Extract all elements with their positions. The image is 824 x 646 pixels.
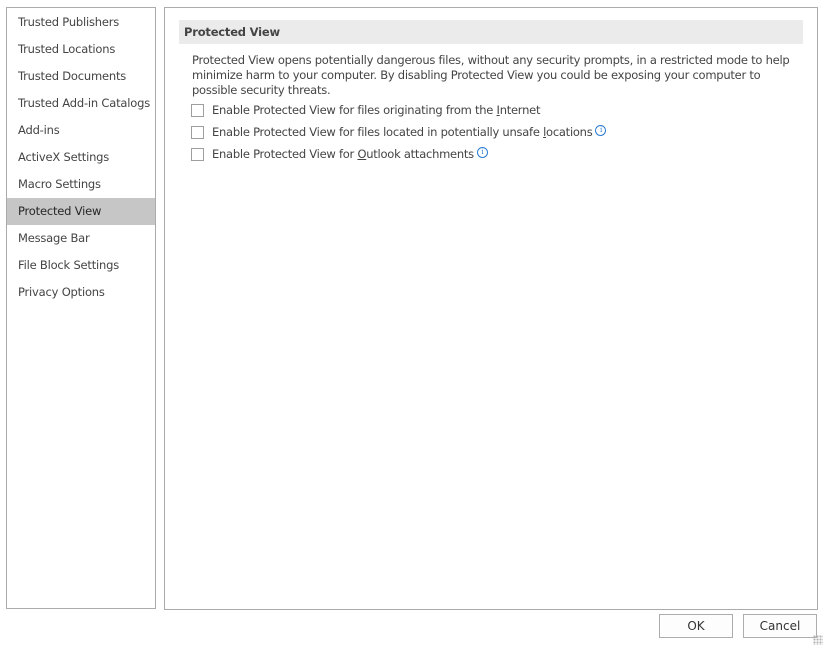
settings-panel: Protected View Protected View opens pote… bbox=[164, 7, 818, 610]
cancel-button[interactable]: Cancel bbox=[743, 614, 817, 638]
sidebar-item-trusted-add-in-catalogs[interactable]: Trusted Add-in Catalogs bbox=[7, 90, 155, 117]
sidebar-item-trusted-documents[interactable]: Trusted Documents bbox=[7, 63, 155, 90]
sidebar-item-trusted-locations[interactable]: Trusted Locations bbox=[7, 36, 155, 63]
sidebar-item-trusted-publishers[interactable]: Trusted Publishers bbox=[7, 9, 155, 36]
sidebar-item-activex-settings[interactable]: ActiveX Settings bbox=[7, 144, 155, 171]
option-label: Enable Protected View for files originat… bbox=[212, 103, 541, 117]
section-title: Protected View bbox=[179, 20, 803, 44]
option-internet-files[interactable]: Enable Protected View for files originat… bbox=[191, 102, 540, 118]
ok-button[interactable]: OK bbox=[659, 614, 733, 638]
info-icon[interactable]: i bbox=[595, 124, 607, 136]
sidebar-item-macro-settings[interactable]: Macro Settings bbox=[7, 171, 155, 198]
sidebar-item-message-bar[interactable]: Message Bar bbox=[7, 225, 155, 252]
sidebar-item-privacy-options[interactable]: Privacy Options bbox=[7, 279, 155, 306]
category-sidebar: Trusted Publishers Trusted Locations Tru… bbox=[6, 7, 156, 609]
option-label: Enable Protected View for Outlook attach… bbox=[212, 147, 474, 161]
sidebar-item-file-block-settings[interactable]: File Block Settings bbox=[7, 252, 155, 279]
outlook-attachments-checkbox[interactable] bbox=[191, 147, 204, 161]
section-description: Protected View opens potentially dangero… bbox=[192, 53, 790, 97]
resize-grip-icon[interactable] bbox=[813, 635, 823, 645]
sidebar-item-add-ins[interactable]: Add-ins bbox=[7, 117, 155, 144]
sidebar-item-protected-view[interactable]: Protected View bbox=[7, 198, 155, 225]
option-label: Enable Protected View for files located … bbox=[212, 125, 593, 139]
option-outlook-attachments[interactable]: Enable Protected View for Outlook attach… bbox=[191, 146, 488, 162]
info-icon[interactable]: i bbox=[476, 146, 488, 158]
unsafe-locations-checkbox[interactable] bbox=[191, 125, 204, 139]
option-unsafe-locations[interactable]: Enable Protected View for files located … bbox=[191, 124, 607, 140]
internet-files-checkbox[interactable] bbox=[191, 103, 204, 117]
